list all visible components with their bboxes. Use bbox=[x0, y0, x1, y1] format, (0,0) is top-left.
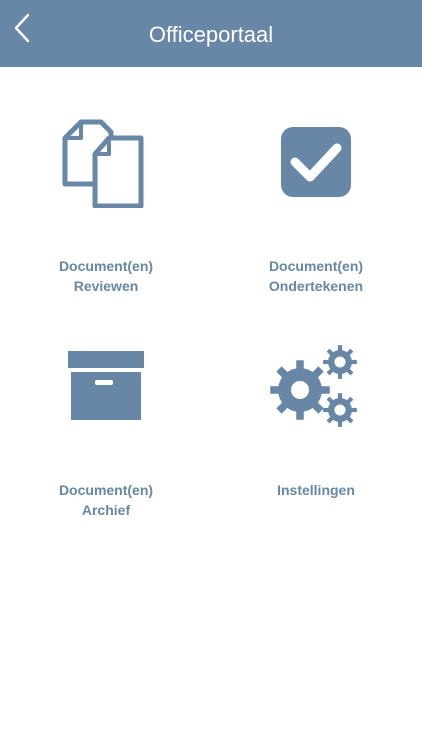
tile-label: Document(en) Ondertekenen bbox=[216, 256, 416, 296]
tile-documents-sign[interactable]: Document(en) Ondertekenen bbox=[216, 110, 416, 310]
checkbox-checked-icon bbox=[280, 126, 352, 198]
tile-label-line2: Ondertekenen bbox=[268, 278, 364, 294]
tile-settings[interactable]: Instellingen bbox=[216, 340, 416, 540]
gear-icon bbox=[270, 360, 330, 420]
page-title: Officeportaal bbox=[148, 22, 274, 47]
tile-label: Document(en) Archief bbox=[6, 480, 206, 520]
tile-documents-archive[interactable]: Document(en) Archief bbox=[6, 340, 206, 540]
top-bar: Officeportaal bbox=[0, 0, 422, 67]
tile-label: Instellingen bbox=[216, 480, 416, 500]
tile-label-line1: Document(en) bbox=[268, 258, 364, 274]
tile-documents-review[interactable]: Document(en) Reviewen bbox=[6, 110, 206, 310]
documents-icon bbox=[61, 118, 151, 208]
gear-icon bbox=[323, 345, 357, 379]
archive-box-icon bbox=[67, 350, 145, 422]
tile-label-line1: Document(en) bbox=[58, 482, 154, 498]
tile-label-line2: Archief bbox=[81, 502, 131, 518]
tile-label-line2: Reviewen bbox=[73, 278, 139, 294]
gear-icon bbox=[323, 393, 357, 427]
gears-icon bbox=[270, 344, 362, 430]
tile-label-line1: Instellingen bbox=[277, 482, 355, 498]
tile-label-line1: Document(en) bbox=[58, 258, 154, 274]
tile-label: Document(en) Reviewen bbox=[6, 256, 206, 296]
